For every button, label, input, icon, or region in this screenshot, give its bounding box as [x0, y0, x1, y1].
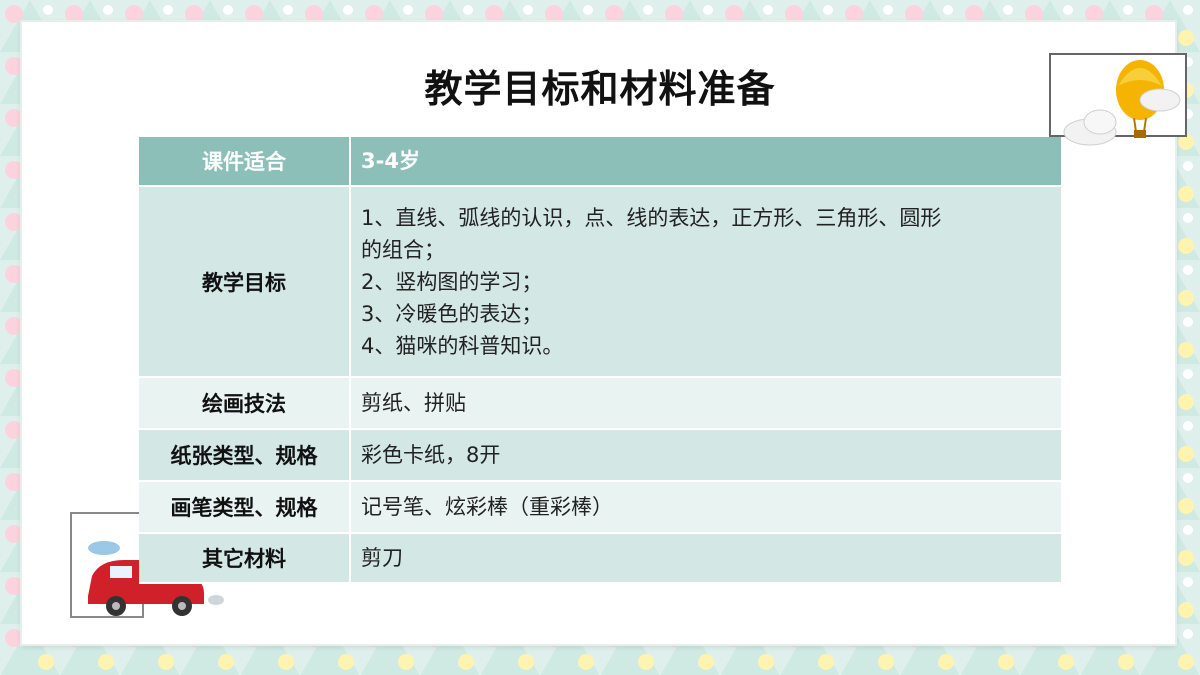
row-value-cell: 剪纸、拼贴: [350, 377, 1061, 430]
row-key-cell: 教学目标: [139, 186, 351, 378]
table-row: 画笔类型、规格 记号笔、炫彩棒（重彩棒）: [139, 481, 1061, 534]
goal-line: 1、直线、弧线的认识，点、线的表达，正方形、三角形、圆形: [361, 205, 942, 230]
row-key-cell: 其它材料: [139, 533, 351, 584]
table-row: 绘画技法 剪纸、拼贴: [139, 377, 1061, 430]
header-key-cell: 课件适合: [139, 137, 351, 187]
table-row: 其它材料 剪刀: [139, 533, 1061, 584]
hot-air-balloon-icon: [1049, 53, 1187, 146]
page-title: 教学目标和材料准备: [424, 67, 776, 111]
table-row-header: 课件适合 3-4岁: [139, 137, 1061, 187]
table-row: 纸张类型、规格 彩色卡纸，8开: [139, 429, 1061, 482]
row-key-cell: 纸张类型、规格: [139, 429, 351, 482]
row-value-cell: 记号笔、炫彩棒（重彩棒）: [350, 481, 1061, 534]
row-key-cell: 画笔类型、规格: [139, 481, 351, 534]
row-value-cell: 剪刀: [350, 533, 1061, 584]
goal-line: 2、竖构图的学习；: [361, 269, 543, 294]
goal-line: 3、冷暖色的表达；: [361, 301, 543, 326]
header-value-cell: 3-4岁: [350, 137, 1061, 187]
row-value-cell: 彩色卡纸，8开: [350, 429, 1061, 482]
lesson-info-table: 课件适合 3-4岁 教学目标 1、直线、弧线的认识，点、线的表达，正方形、三角形…: [139, 137, 1061, 584]
goal-line: 4、猫咪的科普知识。: [361, 333, 564, 358]
goal-line: 的组合；: [361, 237, 445, 262]
row-key-cell: 绘画技法: [139, 377, 351, 430]
row-value-cell: 1、直线、弧线的认识，点、线的表达，正方形、三角形、圆形 的组合； 2、竖构图的…: [350, 186, 1061, 378]
table-row: 教学目标 1、直线、弧线的认识，点、线的表达，正方形、三角形、圆形 的组合； 2…: [139, 186, 1061, 378]
